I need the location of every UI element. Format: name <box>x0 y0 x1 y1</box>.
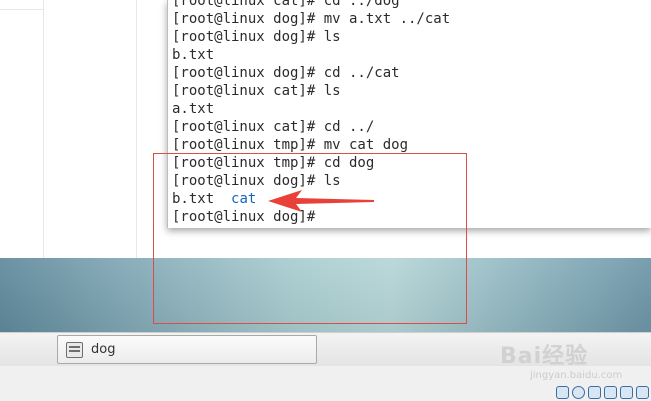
watermark-url: jingyan.baidu.com <box>530 370 623 381</box>
terminal-line: [root@linux dog]# mv a.txt ../cat <box>172 10 450 28</box>
terminal-line: b.txt <box>172 46 450 64</box>
clock-icon[interactable] <box>572 386 585 399</box>
command: cd ../ <box>323 119 375 135</box>
taskbar-window-label: dog <box>91 342 116 357</box>
prompt: [root@linux cat]# <box>172 83 324 99</box>
usb-icon[interactable] <box>604 386 617 399</box>
terminal-line: [root@linux cat]# ls <box>172 82 450 100</box>
terminal-line: [root@linux dog]# ls <box>172 28 450 46</box>
terminal-line: [root@linux dog]# cd ../cat <box>172 64 450 82</box>
command: mv a.txt ../cat <box>323 11 451 27</box>
prompt: [root@linux cat]# <box>172 0 324 9</box>
command: cd ../cat <box>323 65 400 81</box>
taskbar-window-button[interactable]: dog <box>57 335 317 364</box>
background-window-edge <box>136 0 137 258</box>
terminal-line: [root@linux cat]# cd ../ <box>172 118 450 136</box>
command-output: b.txt <box>172 47 215 63</box>
terminal-line: [root@linux tmp]# mv cat dog <box>172 136 450 154</box>
prompt: [root@linux dog]# <box>172 65 324 81</box>
annotation-highlight-box <box>153 153 467 324</box>
annotation-arrow-icon <box>268 190 374 212</box>
command-output: a.txt <box>172 101 215 117</box>
terminal-line: [root@linux cat]# cd ../dog <box>172 0 450 10</box>
watermark-brand: Bai经验 <box>500 344 589 369</box>
prompt: [root@linux cat]# <box>172 119 324 135</box>
monitor-icon[interactable] <box>620 386 633 399</box>
prompt: [root@linux tmp]# <box>172 137 324 153</box>
command: ls <box>323 29 341 45</box>
command: mv cat dog <box>323 137 409 153</box>
chat-icon[interactable] <box>636 386 649 399</box>
command: ls <box>323 83 341 99</box>
display-icon[interactable] <box>588 386 601 399</box>
system-tray <box>556 386 649 399</box>
prompt: [root@linux dog]# <box>172 29 324 45</box>
network-icon[interactable] <box>556 386 569 399</box>
terminal-window-icon <box>66 342 83 358</box>
prompt: [root@linux dog]# <box>172 11 324 27</box>
baidu-watermark: Bai经验 jingyan.baidu.com <box>500 338 645 384</box>
command: cd ../dog <box>323 0 400 9</box>
left-panel-header <box>0 0 44 10</box>
terminal-line: a.txt <box>172 100 450 118</box>
left-panel <box>0 0 44 258</box>
